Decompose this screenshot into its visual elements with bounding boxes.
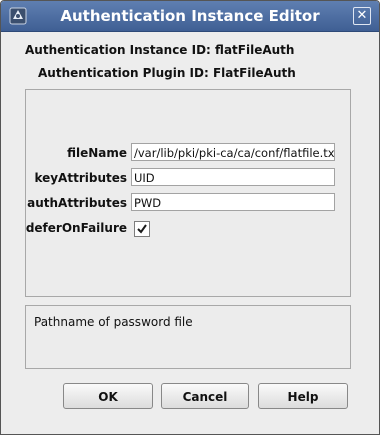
deferonfailure-label: deferOnFailure (25, 221, 127, 235)
filename-label: fileName (67, 146, 127, 160)
dialog-window: Authentication Instance Editor ✕ Authent… (0, 0, 380, 435)
check-icon (137, 224, 147, 234)
instance-id-label: Authentication Instance ID: (25, 43, 211, 57)
keyattributes-field[interactable]: UID (131, 168, 335, 186)
plugin-id-row: Authentication Plugin ID: FlatFileAuth (38, 66, 296, 80)
instance-id-row: Authentication Instance ID: flatFileAuth (25, 43, 294, 57)
keyattributes-label: keyAttributes (34, 171, 127, 185)
filename-field[interactable]: /var/lib/pki/pki-ca/ca/conf/flatfile.txt (131, 143, 335, 161)
cancel-button[interactable]: Cancel (161, 383, 249, 409)
plugin-id-value: FlatFileAuth (212, 66, 296, 80)
deferonfailure-checkbox[interactable] (134, 221, 150, 237)
ok-button[interactable]: OK (63, 383, 153, 409)
title-bar[interactable]: Authentication Instance Editor ✕ (1, 1, 379, 32)
help-button[interactable]: Help (258, 383, 348, 409)
close-icon[interactable]: ✕ (353, 7, 371, 25)
window-title: Authentication Instance Editor (60, 7, 320, 25)
authattributes-label: authAttributes (27, 196, 127, 210)
description-panel: Pathname of password file (25, 305, 351, 369)
authattributes-field[interactable]: PWD (131, 193, 335, 211)
description-text: Pathname of password file (34, 315, 193, 329)
instance-id-value: flatFileAuth (215, 43, 295, 57)
plugin-id-label: Authentication Plugin ID: (38, 66, 209, 80)
